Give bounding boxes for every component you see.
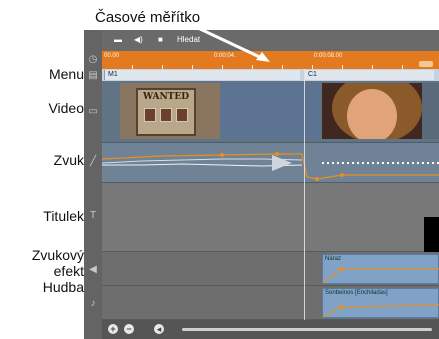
music-note-icon[interactable]: ♪ — [87, 298, 99, 310]
video-annotation: Video — [48, 100, 84, 116]
time-ruler[interactable]: 00.00 0:00:04. 0:00:08.00 — [102, 51, 439, 69]
horizontal-scrollbar[interactable] — [182, 328, 432, 331]
menu-marker-m1[interactable]: M1 — [104, 70, 300, 80]
music-annotation: Hudba — [42, 279, 84, 295]
track-header-strip: ◷ ▤ ▭ ╱ T ◀ ♪ — [84, 30, 102, 339]
sound-effect-clip[interactable]: Náraz — [322, 254, 439, 284]
clip-boundary-line — [304, 69, 305, 320]
audio-annotation: Zvuk — [53, 152, 84, 168]
video-clip-face[interactable] — [322, 83, 422, 139]
timescale-annotation: Časové měřítko — [95, 9, 201, 26]
speaker-icon[interactable]: ◀ — [87, 264, 99, 276]
audio-track[interactable] — [102, 143, 439, 183]
camera-icon[interactable]: ▭ — [87, 106, 99, 118]
title-clip[interactable] — [424, 217, 439, 252]
timeline-bottom-bar: + − ◂ — [102, 320, 439, 339]
music-volume-line — [323, 304, 439, 318]
menu-track[interactable]: M1 C1 — [102, 69, 439, 81]
video-track[interactable]: WANTED — [102, 81, 439, 143]
video-clip-blank[interactable] — [220, 83, 320, 139]
video-clip-next[interactable] — [422, 83, 439, 139]
clock-icon: ◷ — [88, 54, 98, 65]
zoom-in-button[interactable]: + — [108, 324, 118, 334]
face-shape — [347, 89, 397, 139]
timeline-toolbar: ▬ ◀) ■ Hledat — [102, 30, 439, 51]
wanted-poster-text: WANTED — [142, 92, 190, 102]
sound-effect-volume-line — [323, 267, 439, 284]
timeline-panel: ◷ ▤ ▭ ╱ T ◀ ♪ ▬ ◀) ■ Hledat 00.00 0:00:0… — [84, 30, 439, 339]
wanted-poster-image: WANTED — [136, 88, 196, 136]
title-icon[interactable]: T — [87, 210, 99, 222]
sound-effect-annotation-line1: Zvukový — [31, 247, 84, 263]
ruler-label-start: 00.00 — [104, 53, 120, 59]
folder-icon[interactable]: ■ — [158, 35, 163, 45]
ruler-label-8s: 0:00:08.00 — [314, 53, 343, 59]
ruler-label-4s: 0:00:04. — [214, 53, 236, 59]
audio-waveform — [102, 152, 439, 181]
zoom-handle[interactable] — [419, 61, 433, 67]
volume-icon[interactable]: ◀) — [134, 35, 143, 45]
sound-effect-track[interactable]: Náraz — [102, 252, 439, 286]
poster-photo — [176, 108, 188, 122]
video-clip-wanted[interactable]: WANTED — [120, 83, 220, 139]
menu-annotation: Menu — [48, 66, 84, 82]
search-button[interactable]: Hledat — [177, 35, 200, 45]
menu-icon[interactable]: ▤ — [87, 70, 99, 82]
zoom-out-button[interactable]: − — [124, 324, 134, 334]
title-track[interactable] — [102, 183, 439, 252]
audio-edit-icon[interactable]: ╱ — [87, 156, 99, 168]
scroll-left-button[interactable]: ◂ — [154, 324, 164, 334]
poster-photo — [160, 108, 172, 122]
music-track[interactable]: Sonbeinos [Enchiladas] — [102, 286, 439, 320]
music-clip[interactable]: Sonbeinos [Enchiladas] — [322, 288, 439, 318]
toolbar-tool-icon[interactable]: ▬ — [114, 35, 122, 45]
menu-marker-c1[interactable]: C1 — [304, 70, 434, 80]
poster-photo — [144, 108, 156, 122]
title-annotation: Titulek — [43, 208, 84, 224]
sound-effect-annotation-line2: efekt — [53, 263, 84, 279]
